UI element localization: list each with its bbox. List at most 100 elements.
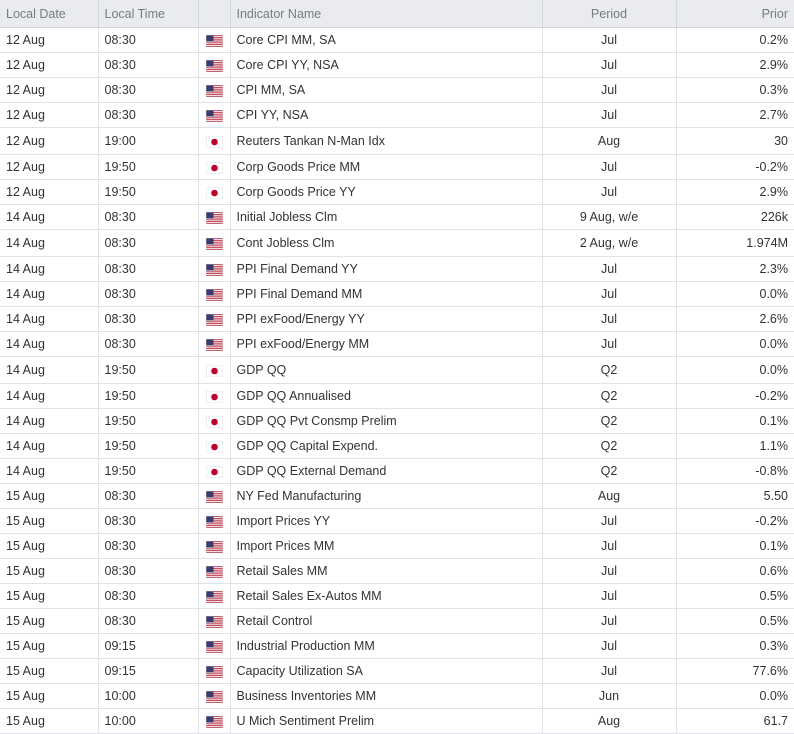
local-date-cell: 12 Aug [0, 127, 99, 155]
us-flag-icon [205, 515, 223, 528]
table-row[interactable]: 12 Aug 08:30 CPI YY, NSA Jul 2.7% [0, 102, 794, 128]
table-row[interactable]: 14 Aug 19:50 GDP QQ Pvt Consmp Prelim Q2 0.1… [0, 408, 794, 434]
table-body: 12 Aug 08:30 Core CPI MM, SA Jul 0.2% 12 Aug 0… [0, 27, 794, 734]
jp-flag-icon [205, 186, 223, 199]
local-time-cell: 08:30 [98, 533, 199, 559]
local-date-cell: 12 Aug [0, 179, 99, 205]
jp-flag-icon [205, 161, 223, 174]
period-cell: Jul [542, 77, 677, 103]
local-time-cell: 08:30 [98, 508, 199, 534]
table-row[interactable]: 15 Aug 08:30 Retail Sales MM Jul 0.6% [0, 558, 794, 584]
prior-cell: 0.5% [676, 608, 794, 634]
flag-cell [198, 458, 231, 484]
table-row[interactable]: 14 Aug 19:50 GDP QQ Q2 0.0% [0, 356, 794, 384]
column-header-local-date[interactable]: Local Date [0, 0, 99, 28]
prior-cell: -0.2% [676, 508, 794, 534]
table-row[interactable]: 15 Aug 09:15 Industrial Production MM Jul 0.… [0, 633, 794, 659]
table-row[interactable]: 15 Aug 08:30 Import Prices MM Jul 0.1% [0, 533, 794, 559]
local-time-cell: 19:50 [98, 179, 199, 205]
table-row[interactable]: 15 Aug 08:30 Import Prices YY Jul -0.2% [0, 508, 794, 534]
indicator-name-cell: CPI MM, SA [230, 77, 543, 103]
period-cell: Jul [542, 52, 677, 78]
period-cell: Q2 [542, 408, 677, 434]
local-date-cell: 12 Aug [0, 52, 99, 78]
indicator-name-cell: GDP QQ Capital Expend. [230, 433, 543, 459]
period-cell: Jul [542, 102, 677, 128]
table-row[interactable]: 14 Aug 08:30 PPI exFood/Energy MM Jul 0.0% [0, 331, 794, 357]
table-row[interactable]: 14 Aug 19:50 GDP QQ Annualised Q2 -0.2% [0, 383, 794, 409]
indicator-name-cell: PPI Final Demand MM [230, 281, 543, 307]
flag-cell [198, 27, 231, 53]
us-flag-icon [205, 313, 223, 326]
table-row[interactable]: 12 Aug 08:30 Core CPI MM, SA Jul 0.2% [0, 27, 794, 53]
local-date-cell: 12 Aug [0, 77, 99, 103]
local-time-cell: 09:15 [98, 658, 199, 684]
period-cell: Jun [542, 683, 677, 709]
local-time-cell: 19:00 [98, 127, 199, 155]
prior-cell: 0.0% [676, 281, 794, 307]
us-flag-icon [205, 715, 223, 728]
period-cell: 9 Aug, w/e [542, 204, 677, 230]
flag-cell [198, 127, 231, 155]
column-header-prior[interactable]: Prior [676, 0, 794, 28]
us-flag-icon [205, 565, 223, 578]
flag-cell [198, 583, 231, 609]
indicator-name-cell: Core CPI YY, NSA [230, 52, 543, 78]
flag-cell [198, 52, 231, 78]
table-row[interactable]: 14 Aug 08:30 Cont Jobless Clm 2 Aug, w/e 1.9… [0, 229, 794, 257]
flag-cell [198, 683, 231, 709]
table-row[interactable]: 15 Aug 10:00 U Mich Sentiment Prelim Aug 61.… [0, 708, 794, 734]
indicator-name-cell: Core CPI MM, SA [230, 27, 543, 53]
table-row[interactable]: 15 Aug 08:30 Retail Control Jul 0.5% [0, 608, 794, 634]
indicator-name-cell: Retail Sales MM [230, 558, 543, 584]
indicator-name-cell: GDP QQ Annualised [230, 383, 543, 409]
table-header: Local Date Local Time Indicator Name Per… [0, 0, 794, 28]
table-row[interactable]: 14 Aug 08:30 PPI exFood/Energy YY Jul 2.6% [0, 306, 794, 332]
local-time-cell: 08:30 [98, 483, 199, 509]
flag-cell [198, 658, 231, 684]
indicator-name-cell: PPI exFood/Energy MM [230, 331, 543, 357]
table-row[interactable]: 14 Aug 19:50 GDP QQ External Demand Q2 -0.8% [0, 458, 794, 484]
table-row[interactable]: 12 Aug 19:50 Corp Goods Price MM Jul -0.2% [0, 154, 794, 180]
indicator-name-cell: Cont Jobless Clm [230, 229, 543, 257]
table-row[interactable]: 14 Aug 08:30 PPI Final Demand MM Jul 0.0% [0, 281, 794, 307]
table-row[interactable]: 12 Aug 19:00 Reuters Tankan N-Man Idx Aug 30 [0, 127, 794, 155]
local-time-cell: 08:30 [98, 52, 199, 78]
local-time-cell: 08:30 [98, 331, 199, 357]
column-header-period[interactable]: Period [542, 0, 677, 28]
indicator-name-cell: Industrial Production MM [230, 633, 543, 659]
local-time-cell: 19:50 [98, 154, 199, 180]
flag-cell [198, 256, 231, 282]
flag-cell [198, 483, 231, 509]
indicator-name-cell: Corp Goods Price MM [230, 154, 543, 180]
local-time-cell: 19:50 [98, 408, 199, 434]
column-header-indicator-name[interactable]: Indicator Name [230, 0, 543, 28]
table-row[interactable]: 12 Aug 08:30 Core CPI YY, NSA Jul 2.9% [0, 52, 794, 78]
table-row[interactable]: 12 Aug 08:30 CPI MM, SA Jul 0.3% [0, 77, 794, 103]
table-row[interactable]: 15 Aug 08:30 NY Fed Manufacturing Aug 5.50 [0, 483, 794, 509]
local-date-cell: 15 Aug [0, 583, 99, 609]
table-row[interactable]: 15 Aug 08:30 Retail Sales Ex-Autos MM Jul 0.… [0, 583, 794, 609]
period-cell: Jul [542, 306, 677, 332]
period-cell: Jul [542, 154, 677, 180]
prior-cell: 0.3% [676, 77, 794, 103]
local-time-cell: 08:30 [98, 281, 199, 307]
prior-cell: -0.2% [676, 154, 794, 180]
column-header-local-time[interactable]: Local Time [98, 0, 199, 28]
local-date-cell: 14 Aug [0, 204, 99, 230]
local-date-cell: 15 Aug [0, 608, 99, 634]
table-row[interactable]: 14 Aug 08:30 Initial Jobless Clm 9 Aug, w/e… [0, 204, 794, 230]
table-row[interactable]: 15 Aug 10:00 Business Inventories MM Jun 0.0… [0, 683, 794, 709]
table-row[interactable]: 14 Aug 19:50 GDP QQ Capital Expend. Q2 1.1% [0, 433, 794, 459]
local-date-cell: 15 Aug [0, 633, 99, 659]
indicator-name-cell: PPI Final Demand YY [230, 256, 543, 282]
table-row[interactable]: 15 Aug 09:15 Capacity Utilization SA Jul 77.… [0, 658, 794, 684]
us-flag-icon [205, 211, 223, 224]
table-row[interactable]: 14 Aug 08:30 PPI Final Demand YY Jul 2.3% [0, 256, 794, 282]
period-cell: Jul [542, 658, 677, 684]
flag-cell [198, 154, 231, 180]
prior-cell: 0.1% [676, 408, 794, 434]
indicator-name-cell: CPI YY, NSA [230, 102, 543, 128]
local-date-cell: 14 Aug [0, 331, 99, 357]
table-row[interactable]: 12 Aug 19:50 Corp Goods Price YY Jul 2.9% [0, 179, 794, 205]
